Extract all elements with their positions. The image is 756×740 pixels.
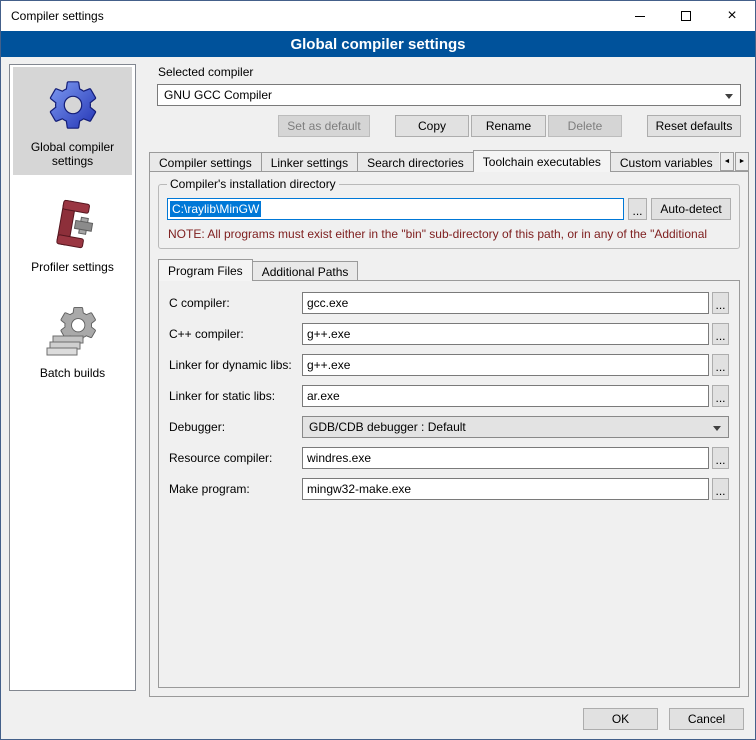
field-row-static-linker: Linker for static libs: ar.exe ... [169,385,729,407]
cancel-button[interactable]: Cancel [669,708,744,730]
window-controls: × [617,1,755,31]
profiler-clamp-icon [44,196,102,254]
sidebar-item-global-compiler-settings[interactable]: Global compiler settings [13,67,132,175]
chevron-down-icon [725,94,733,99]
auto-detect-button[interactable]: Auto-detect [651,198,731,220]
tab-linker-settings[interactable]: Linker settings [261,152,358,172]
field-row-resource-compiler: Resource compiler: windres.exe ... [169,447,729,469]
field-row-debugger: Debugger: GDB/CDB debugger : Default [169,416,729,438]
install-dir-browse-button[interactable]: ... [628,198,647,220]
tab-custom-variables[interactable]: Custom variables [610,152,723,172]
subtab-program-files[interactable]: Program Files [158,259,253,281]
tab-scroll-left-button[interactable]: ◄ [720,152,734,171]
maximize-button[interactable] [663,1,709,31]
make-program-browse-button[interactable]: ... [712,478,729,500]
settings-tabs: Compiler settings Linker settings Search… [149,150,749,172]
window-title: Compiler settings [1,9,104,23]
dynamic-linker-browse-button[interactable]: ... [712,354,729,376]
field-row-dynamic-linker: Linker for dynamic libs: g++.exe ... [169,354,729,376]
field-label: Resource compiler: [169,451,302,465]
c-compiler-input[interactable]: gcc.exe [302,292,709,314]
tab-toolchain-executables[interactable]: Toolchain executables [473,150,611,172]
sidebar-item-label: Batch builds [40,366,105,380]
minimize-icon [635,16,645,17]
close-button[interactable]: × [709,1,755,31]
delete-button[interactable]: Delete [548,115,622,137]
tab-search-directories[interactable]: Search directories [357,152,474,172]
install-dir-input[interactable]: C:\raylib\MinGW [167,198,624,220]
tab-scroll-right-button[interactable]: ► [735,152,749,171]
compiler-settings-dialog: Compiler settings × Global compiler sett… [0,0,756,740]
program-subtabs: Program Files Additional Paths [158,259,740,281]
installation-directory-group-title: Compiler's installation directory [167,177,339,191]
page-title: Global compiler settings [1,31,755,57]
static-linker-browse-button[interactable]: ... [712,385,729,407]
set-as-default-button[interactable]: Set as default [278,115,370,137]
dynamic-linker-input[interactable]: g++.exe [302,354,709,376]
cpp-compiler-browse-button[interactable]: ... [712,323,729,345]
rename-button[interactable]: Rename [471,115,546,137]
arrow-right-icon: ► [739,158,746,165]
install-dir-selected-text: C:\raylib\MinGW [170,201,261,217]
main-panel: Selected compiler GNU GCC Compiler Set a… [149,63,749,697]
sidebar-item-batch-builds[interactable]: Batch builds [13,293,132,387]
cpp-compiler-input[interactable]: g++.exe [302,323,709,345]
debugger-dropdown[interactable]: GDB/CDB debugger : Default [302,416,729,438]
sidebar-item-label: Profiler settings [31,260,114,274]
dialog-footer: OK Cancel [572,708,744,730]
selected-compiler-label: Selected compiler [158,65,749,79]
field-label: Make program: [169,482,302,496]
titlebar: Compiler settings × [1,1,755,31]
gray-gear-stack-icon [44,302,102,360]
field-label: Linker for static libs: [169,389,302,403]
debugger-dropdown-value: GDB/CDB debugger : Default [309,420,466,434]
compiler-actions: Set as default Copy Rename Delete Reset … [157,115,741,137]
compiler-combobox[interactable]: GNU GCC Compiler [157,84,741,106]
field-label: Debugger: [169,420,302,434]
blue-gear-icon [44,76,102,134]
compiler-combobox-value: GNU GCC Compiler [164,88,272,102]
install-dir-note: NOTE: All programs must exist either in … [168,227,731,241]
resource-compiler-browse-button[interactable]: ... [712,447,729,469]
copy-button[interactable]: Copy [395,115,469,137]
make-program-input[interactable]: mingw32-make.exe [302,478,709,500]
tab-scroll-controls: ◄ ► [719,152,749,171]
installation-directory-group: Compiler's installation directory C:\ray… [158,184,740,249]
sidebar-item-label: Global compiler settings [15,140,130,168]
chevron-down-icon [713,426,721,431]
tab-compiler-settings[interactable]: Compiler settings [149,152,262,172]
minimize-button[interactable] [617,1,663,31]
c-compiler-browse-button[interactable]: ... [712,292,729,314]
field-row-c-compiler: C compiler: gcc.exe ... [169,292,729,314]
settings-category-list: Global compiler settings Profiler settin… [9,64,136,691]
static-linker-input[interactable]: ar.exe [302,385,709,407]
field-label: C compiler: [169,296,302,310]
field-label: C++ compiler: [169,327,302,341]
subtab-additional-paths[interactable]: Additional Paths [252,261,359,281]
field-row-make-program: Make program: mingw32-make.exe ... [169,478,729,500]
field-row-cpp-compiler: C++ compiler: g++.exe ... [169,323,729,345]
installation-directory-row: C:\raylib\MinGW ... Auto-detect [167,198,731,220]
toolchain-executables-panel: Compiler's installation directory C:\ray… [149,171,749,697]
resource-compiler-input[interactable]: windres.exe [302,447,709,469]
program-files-panel: C compiler: gcc.exe ... C++ compiler: g+… [158,280,740,688]
reset-defaults-button[interactable]: Reset defaults [647,115,741,137]
field-label: Linker for dynamic libs: [169,358,302,372]
maximize-icon [681,11,691,21]
sidebar-item-profiler-settings[interactable]: Profiler settings [13,187,132,281]
arrow-left-icon: ◄ [724,158,731,165]
ok-button[interactable]: OK [583,708,658,730]
close-icon: × [727,8,736,24]
